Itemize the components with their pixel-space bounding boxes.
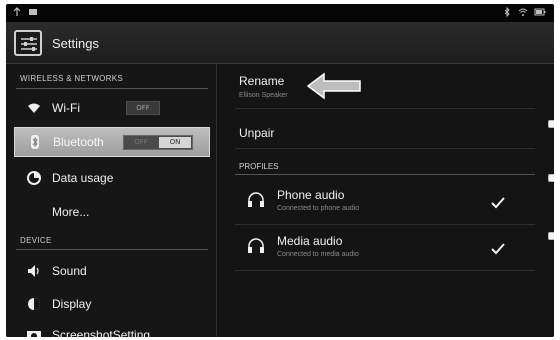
checkmark-icon[interactable] — [491, 240, 505, 259]
action-bar: Settings — [6, 22, 554, 64]
profile-status: Connected to media audio — [277, 251, 359, 258]
nav-label-sound: Sound — [52, 264, 87, 278]
bluetooth-toggle-off-label: OFF — [134, 138, 148, 146]
nav-label-wifi: Wi-Fi — [52, 101, 80, 115]
bluetooth-toggle[interactable]: OFF ON — [123, 135, 193, 150]
profile-status: Connected to phone audio — [277, 205, 360, 212]
device-name: Ellison Speaker — [239, 92, 288, 99]
annotation-arrow-icon — [306, 72, 362, 104]
list-divider — [235, 148, 535, 149]
list-divider — [235, 108, 535, 109]
nav-label-data-usage: Data usage — [52, 171, 114, 185]
edge-handle — [548, 120, 554, 128]
page-title: Settings — [52, 36, 99, 51]
nav-label-screenshot: ScreenshotSetting — [52, 328, 151, 337]
nav-item-bluetooth[interactable]: Bluetooth OFF ON — [14, 127, 210, 157]
edge-handle — [548, 174, 554, 182]
headphones-icon — [247, 238, 265, 258]
section-header-device: DEVICE — [20, 236, 52, 245]
section-header-wireless: WIRELESS & NETWORKS — [20, 74, 124, 83]
pie-chart-icon — [26, 170, 42, 186]
nav-label-bluetooth: Bluetooth — [53, 135, 104, 149]
nav-label-more: More... — [52, 205, 90, 219]
bluetooth-detail-panel: Rename Ellison Speaker Unpair PROFILES P… — [217, 64, 554, 337]
section-header-profiles: PROFILES — [239, 162, 279, 171]
wifi-status-icon — [518, 7, 528, 17]
checkmark-icon[interactable] — [491, 194, 505, 213]
nav-item-wifi[interactable]: Wi-Fi OFF — [14, 93, 210, 123]
edge-handle — [548, 232, 554, 240]
nav-item-sound[interactable]: Sound — [14, 256, 210, 286]
bluetooth-toggle-on-label: ON — [159, 137, 191, 148]
profile-label: Media audio — [277, 234, 343, 248]
status-bar — [6, 4, 554, 22]
list-divider — [235, 224, 535, 225]
brightness-icon — [26, 296, 42, 312]
nav-item-display[interactable]: Display — [14, 289, 210, 319]
usb-icon — [12, 7, 22, 17]
section-divider — [16, 88, 208, 89]
nav-item-screenshot[interactable]: ScreenshotSetting — [14, 320, 210, 337]
tablet-screen: Settings WIRELESS & NETWORKS Wi-Fi OFF B… — [6, 4, 554, 337]
bluetooth-status-icon — [502, 6, 512, 18]
nav-item-more[interactable]: More... — [14, 197, 210, 227]
unpair-title: Unpair — [239, 126, 275, 140]
speaker-icon — [26, 263, 42, 279]
profile-row-phone-audio[interactable]: Phone audio Connected to phone audio — [235, 182, 535, 222]
section-divider — [16, 249, 208, 250]
section-divider — [235, 174, 535, 175]
profile-row-media-audio[interactable]: Media audio Connected to media audio — [235, 228, 535, 268]
wifi-icon — [26, 100, 42, 116]
list-divider — [235, 270, 535, 271]
battery-icon — [534, 7, 546, 17]
profile-label: Phone audio — [277, 188, 345, 202]
rename-title: Rename — [239, 74, 285, 88]
nav-label-display: Display — [52, 297, 92, 311]
bluetooth-icon — [27, 134, 43, 150]
notification-icon — [28, 7, 38, 17]
settings-sliders-icon[interactable] — [14, 30, 42, 56]
headphones-icon — [247, 192, 265, 212]
settings-navigation: WIRELESS & NETWORKS Wi-Fi OFF Bluetooth … — [6, 64, 216, 337]
camera-icon — [26, 327, 42, 337]
nav-item-data-usage[interactable]: Data usage — [14, 163, 210, 193]
wifi-toggle[interactable]: OFF — [126, 101, 160, 115]
